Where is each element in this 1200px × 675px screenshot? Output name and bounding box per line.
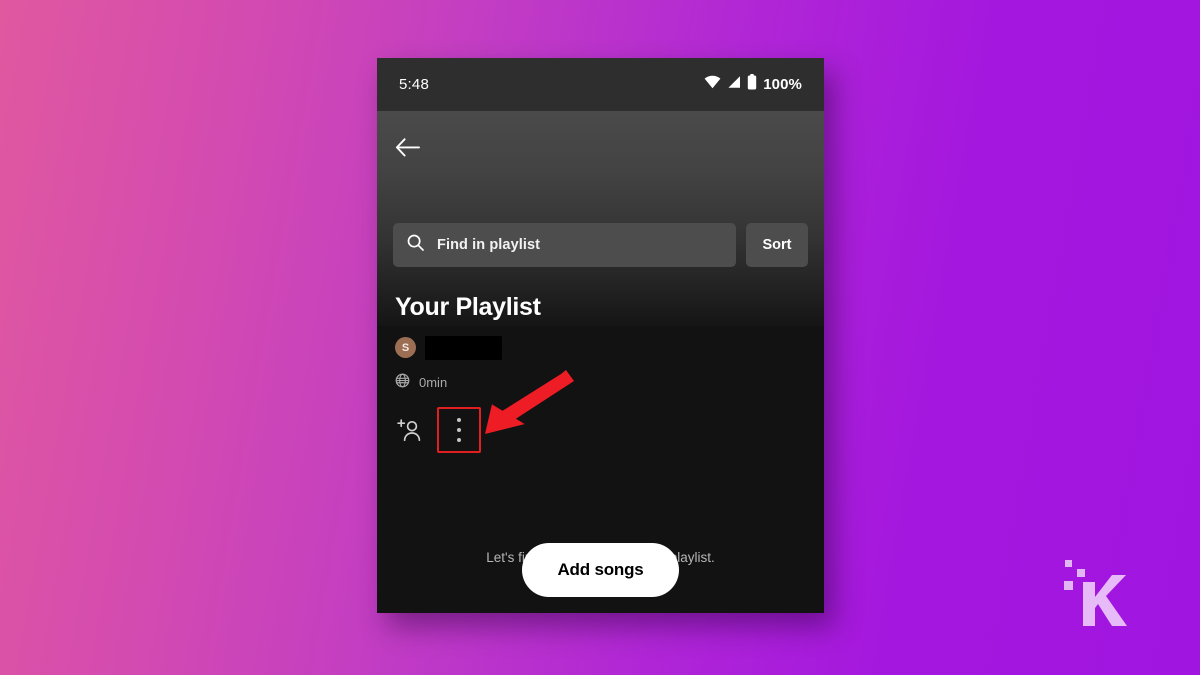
- status-bar-clock: 5:48: [399, 76, 429, 93]
- playlist-meta-row: 0min: [395, 373, 795, 393]
- knowtechie-watermark-logo: [1064, 560, 1127, 626]
- search-icon: [407, 234, 424, 256]
- battery-icon: [747, 74, 757, 95]
- owner-name-redacted: [425, 335, 502, 360]
- battery-percent-label: 100%: [763, 76, 802, 93]
- page-title: Your Playlist: [395, 293, 541, 321]
- sort-button[interactable]: Sort: [746, 223, 808, 267]
- add-person-button[interactable]: [395, 415, 425, 445]
- back-button[interactable]: [395, 131, 431, 163]
- wifi-icon: [704, 75, 721, 94]
- annotation-arrow-icon: [485, 370, 574, 434]
- phone-screen: 5:48 100% Find in playlist Sort Your Pla…: [377, 58, 824, 613]
- status-bar: 5:48 100%: [377, 58, 824, 111]
- globe-icon: [395, 373, 410, 393]
- search-placeholder-text: Find in playlist: [437, 237, 541, 253]
- playlist-owner-row: S: [395, 335, 795, 360]
- search-row: Find in playlist Sort: [393, 223, 808, 267]
- three-dot-menu-icon-dot3: [457, 437, 461, 442]
- back-arrow-icon: [395, 137, 420, 156]
- add-songs-button[interactable]: Add songs: [522, 543, 679, 597]
- screenshot-stage: 5:48 100% Find in playlist Sort Your Pla…: [0, 0, 1200, 675]
- search-input[interactable]: Find in playlist: [393, 223, 736, 267]
- status-bar-indicators: 100%: [704, 74, 802, 95]
- playlist-info: Your Playlist S 0min: [395, 293, 795, 453]
- three-dot-menu-icon-dot2: [457, 427, 461, 432]
- cellular-signal-icon: [727, 75, 741, 94]
- avatar: S: [395, 337, 416, 358]
- playlist-actions: [395, 406, 795, 453]
- add-person-icon: [397, 418, 421, 441]
- watermark-letter: [1083, 575, 1127, 626]
- playlist-duration: 0min: [419, 375, 448, 390]
- three-dot-menu-icon: [457, 417, 461, 422]
